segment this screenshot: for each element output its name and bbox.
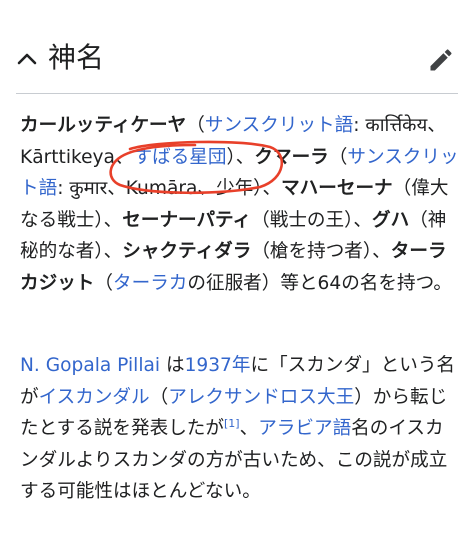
- link-subaru-cluster[interactable]: すばる星団: [134, 147, 227, 168]
- text-segment: （: [149, 386, 169, 408]
- section-divider: [16, 93, 458, 94]
- text-segment: は: [160, 355, 185, 376]
- name-kumara: クマーラ: [254, 146, 329, 168]
- text-segment: 、: [239, 418, 259, 439]
- paragraph-names: カールッティケーヤ（サンスクリット語: कार्त्तिकेय、Kārttike…: [20, 110, 460, 299]
- link-taraka[interactable]: ターラカ: [113, 273, 187, 294]
- pencil-edit-icon[interactable]: [427, 46, 455, 74]
- link-arabic[interactable]: アラビア語: [258, 418, 351, 439]
- article-page: 神名 カールッティケーヤ（サンスクリット語: कार्त्तिकेय、Kārtt…: [0, 0, 474, 547]
- name-guha: グハ: [371, 209, 410, 231]
- chevron-up-icon[interactable]: [16, 48, 38, 70]
- text-segment: （: [328, 146, 348, 168]
- text-segment: : कार्त्तिकेय、: [353, 115, 446, 136]
- name-shaktidhara: シャクティダラ: [122, 241, 252, 262]
- link-year-1937[interactable]: 1937年: [185, 355, 251, 376]
- name-mahasena: マハーセーナ: [281, 178, 393, 199]
- name-karttikeya: カールッティケーヤ: [20, 115, 187, 136]
- text-segment: （: [186, 115, 205, 136]
- text-segment: Kārttikeya、: [20, 146, 134, 168]
- citation-link[interactable]: [1]: [224, 417, 240, 430]
- link-alexander-the-great[interactable]: アレクサンドロス大王: [168, 387, 354, 408]
- text-segment: の征服者）等と64の名を持つ。: [187, 272, 453, 294]
- paragraph-iskandar-theory: N. Gopala Pillai は1937年に「スカンダ」という名がイスカンダ…: [20, 350, 460, 508]
- text-segment: : कुमार、Kumāra、少年）、: [57, 178, 282, 199]
- section-header[interactable]: 神名: [0, 28, 474, 92]
- name-senapati: セーナーパティ: [122, 209, 252, 231]
- text-segment: （槍を持つ者）、: [251, 241, 391, 262]
- text-segment: （戦士の王）、: [251, 209, 372, 231]
- text-segment: （: [94, 272, 113, 294]
- link-gopala-pillai[interactable]: N. Gopala Pillai: [20, 355, 160, 376]
- link-sanskrit-1[interactable]: サンスクリット語: [205, 115, 353, 136]
- link-iskandar[interactable]: イスカンダル: [39, 387, 150, 408]
- text-segment: ）、: [226, 146, 255, 168]
- section-title: 神名: [48, 41, 105, 74]
